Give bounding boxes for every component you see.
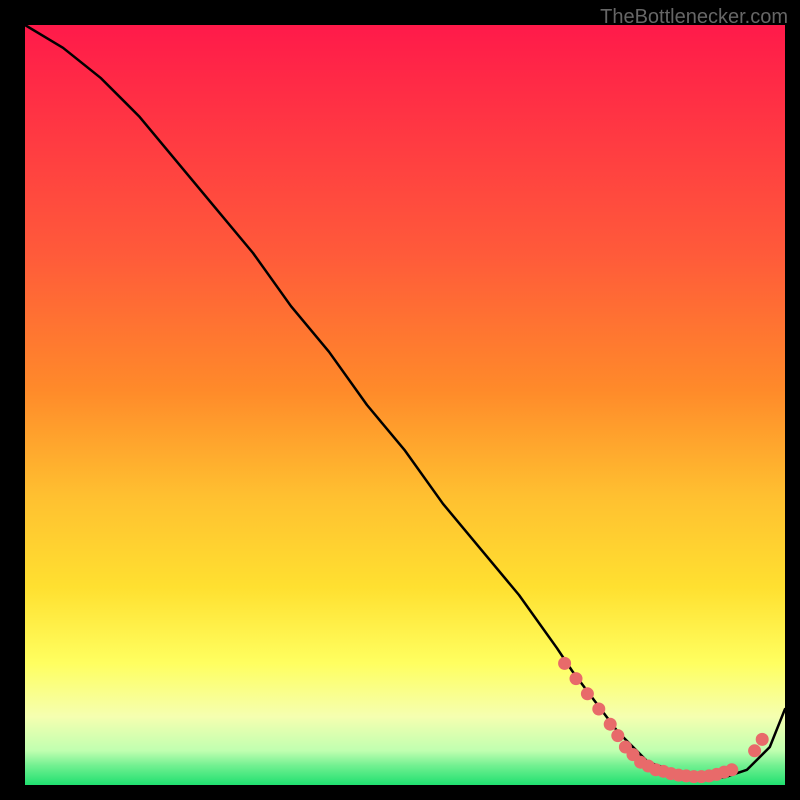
data-marker [558,657,571,670]
gradient-background [25,25,785,785]
data-marker [725,763,738,776]
chart-container: TheBottlenecker.com [0,0,800,800]
data-marker [592,703,605,716]
data-marker [748,744,761,757]
data-marker [756,733,769,746]
chart-svg [25,25,785,785]
plot-area [25,25,785,785]
watermark-text: TheBottlenecker.com [600,6,788,29]
data-marker [604,718,617,731]
data-marker [611,729,624,742]
data-marker [570,672,583,685]
data-marker [581,687,594,700]
